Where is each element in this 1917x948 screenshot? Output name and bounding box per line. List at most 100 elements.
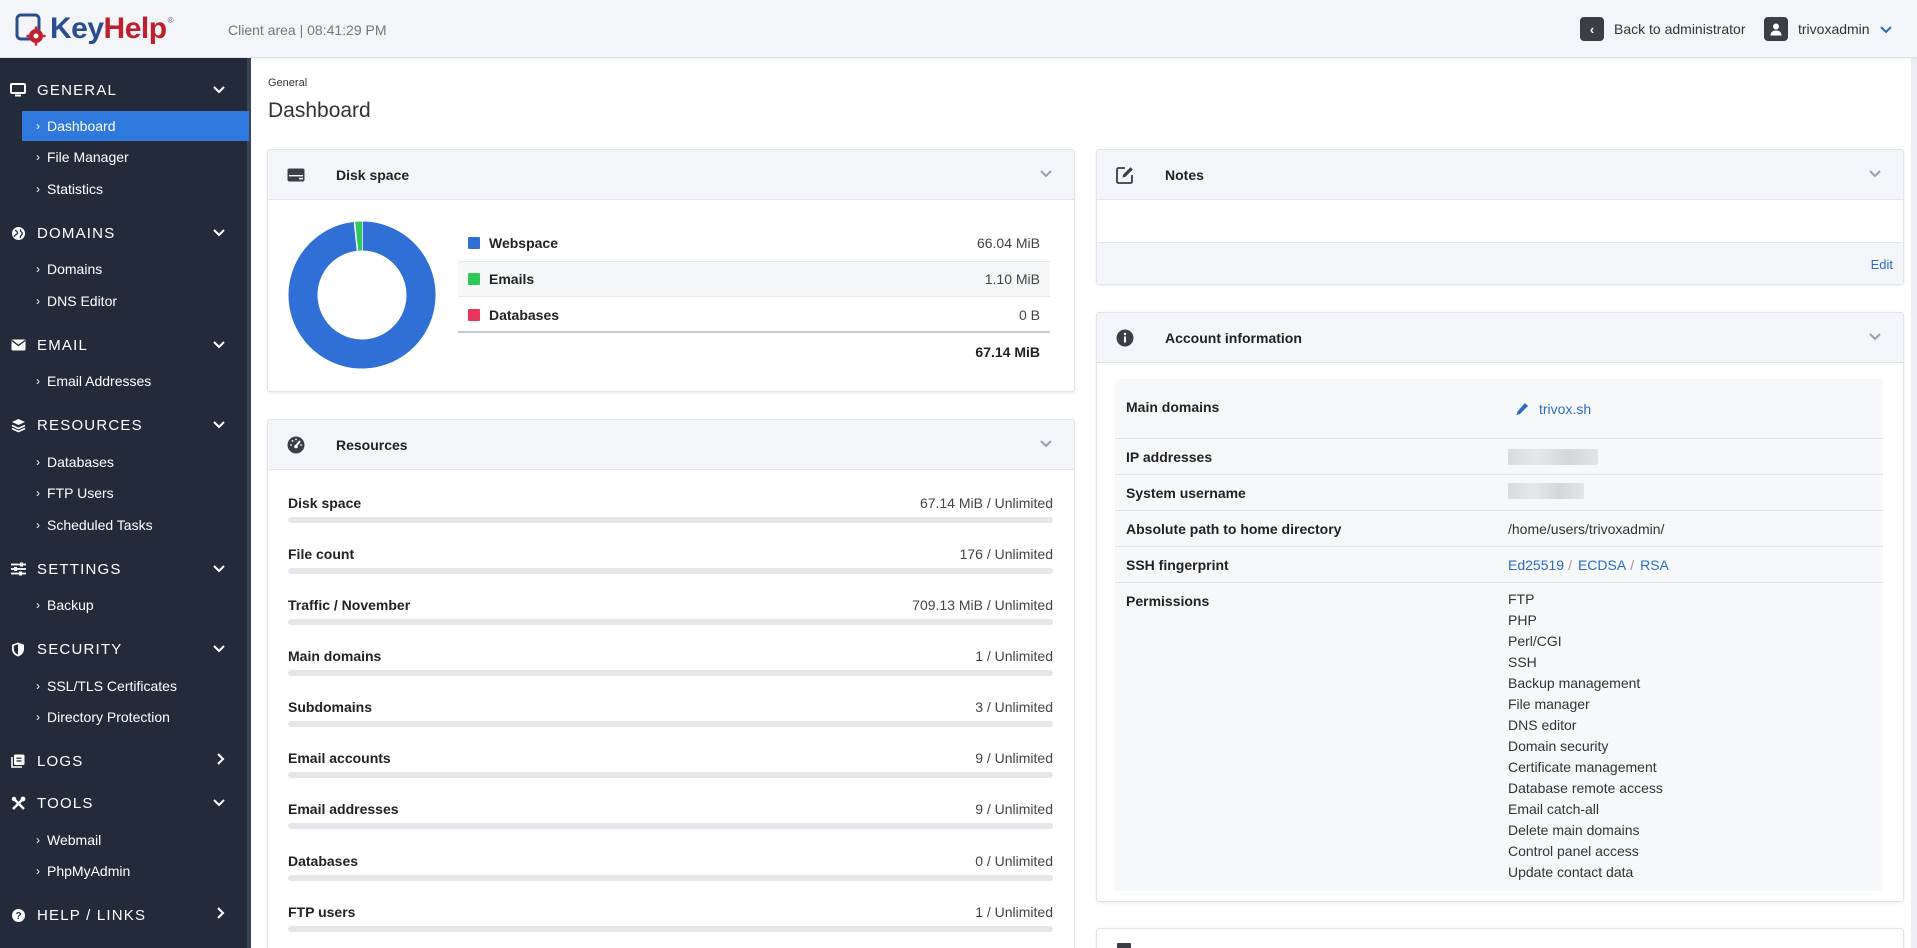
permission-item: Delete main domains: [1508, 822, 1640, 838]
page-scrollbar[interactable]: [1911, 58, 1917, 948]
home-path-value: /home/users/trivoxadmin/: [1508, 521, 1665, 537]
hdd-icon: [286, 166, 306, 184]
sidebar-item-statistics[interactable]: › Statistics: [22, 174, 249, 204]
resource-progress-bar: [288, 619, 1053, 625]
log-icon: [9, 752, 27, 770]
sidebar-item-phpmyadmin[interactable]: › PhpMyAdmin: [22, 856, 249, 886]
main-domain-link[interactable]: trivox.sh: [1515, 401, 1591, 417]
logo-help: Help: [103, 12, 168, 45]
sidebar-item-ssl-tls-certificates[interactable]: › SSL/TLS Certificates: [22, 671, 249, 701]
resource-row-ftp-users: FTP users 1 / Unlimited: [288, 904, 1053, 948]
section-label: LOGS: [37, 752, 84, 770]
resources-card-header[interactable]: Resources: [268, 420, 1074, 470]
resource-progress-bar: [288, 568, 1053, 574]
account-row-system-username: System username: [1115, 475, 1883, 511]
account-key: System username: [1126, 485, 1246, 501]
sidebar-item-label: Webmail: [47, 832, 102, 848]
notes-footer: [1097, 242, 1903, 284]
notes-card-header[interactable]: Notes: [1097, 150, 1903, 200]
sidebar-item-webmail[interactable]: › Webmail: [22, 825, 249, 855]
resource-label: Subdomains: [288, 699, 373, 715]
sidebar-item-backup[interactable]: › Backup: [22, 590, 249, 620]
back-to-admin-button[interactable]: ‹ Back to administrator: [1580, 17, 1746, 41]
resource-row-email-addresses: Email addresses 9 / Unlimited: [288, 801, 1053, 852]
chevron-down-icon[interactable]: [1869, 328, 1881, 344]
resource-value: 9 / Unlimited: [975, 801, 1053, 817]
chevron-down-icon[interactable]: [1040, 165, 1052, 181]
resource-label: Main domains: [288, 648, 382, 664]
chevron-right-icon: ›: [36, 262, 40, 276]
permission-item: Database remote access: [1508, 780, 1663, 796]
chevron-right-icon: ›: [36, 455, 40, 469]
logo-key: Key: [50, 12, 104, 45]
sidebar-section-general[interactable]: GENERAL: [0, 75, 247, 105]
breadcrumb[interactable]: General: [268, 77, 307, 89]
ssh-rsa-link[interactable]: RSA: [1640, 557, 1669, 573]
section-label: SECURITY: [37, 640, 123, 658]
resource-progress-bar: [288, 926, 1053, 932]
chevron-down-icon[interactable]: [1869, 165, 1881, 181]
sidebar-item-label: Backup: [47, 597, 94, 613]
resource-progress-bar: [288, 517, 1053, 523]
resource-value: 67.14 MiB / Unlimited: [919, 495, 1053, 511]
back-to-admin-label: Back to administrator: [1614, 21, 1746, 37]
page-title: Dashboard: [268, 99, 371, 122]
sidebar-section-tools[interactable]: TOOLS: [0, 788, 247, 818]
sidebar-section-resources[interactable]: RESOURCES: [0, 410, 247, 440]
ssh-ed25519-link[interactable]: Ed25519: [1508, 557, 1564, 573]
disk-total-value: 67.14 MiB: [975, 344, 1040, 360]
section-label: HELP / LINKS: [37, 906, 147, 924]
legend-value: 1.10 MiB: [984, 271, 1040, 287]
sidebar-section-settings[interactable]: SETTINGS: [0, 554, 247, 584]
logo-text: KeyHelp: [50, 12, 167, 46]
sidebar-item-ftp-users[interactable]: › FTP Users: [22, 478, 249, 508]
card-header-icon: [1117, 943, 1131, 948]
permission-item: File manager: [1508, 696, 1590, 712]
sidebar-section-security[interactable]: SECURITY: [0, 634, 247, 664]
card-title: Account information: [1165, 329, 1302, 346]
chevron-down-icon[interactable]: [1040, 435, 1052, 451]
sidebar-item-scheduled-tasks[interactable]: › Scheduled Tasks: [22, 510, 249, 540]
resource-label: Email accounts: [288, 750, 391, 766]
sidebar-section-domains[interactable]: DOMAINS: [0, 218, 247, 248]
disk-space-card-header[interactable]: Disk space: [268, 150, 1074, 200]
sidebar-item-dns-editor[interactable]: › DNS Editor: [22, 286, 249, 316]
sidebar-item-label: Statistics: [47, 181, 104, 197]
account-key: Absolute path to home directory: [1126, 521, 1342, 537]
chevron-down-icon: [1879, 22, 1892, 37]
keyhelp-logo[interactable]: KeyHelp ®: [14, 11, 173, 47]
notes-edit-link[interactable]: Edit: [1871, 257, 1893, 272]
sidebar-section-email[interactable]: EMAIL: [0, 330, 247, 360]
sidebar-item-domains[interactable]: › Domains: [22, 254, 249, 284]
section-label: TOOLS: [37, 794, 94, 812]
sidebar-item-file-manager[interactable]: › File Manager: [22, 142, 249, 172]
account-key: Main domains: [1126, 399, 1220, 415]
legend-value: 0 B: [1018, 307, 1040, 323]
resource-progress-bar: [288, 772, 1053, 778]
account-row-ip-addresses: IP addresses: [1115, 439, 1883, 475]
user-menu[interactable]: trivoxadmin: [1764, 17, 1892, 41]
chevron-right-icon: ›: [36, 486, 40, 500]
ssh-ecdsa-link[interactable]: ECDSA: [1578, 557, 1626, 573]
sidebar-item-dashboard[interactable]: › Dashboard: [22, 111, 249, 141]
next-card-partial: [1096, 928, 1904, 948]
sidebar-section-help-links[interactable]: ? HELP / LINKS: [0, 900, 247, 930]
card-title: Disk space: [336, 166, 410, 183]
sidebar-item-email-addresses[interactable]: › Email Addresses: [22, 366, 249, 396]
legend-swatch-emails: [468, 273, 480, 285]
card-title: Resources: [336, 436, 408, 453]
resource-label: Email addresses: [288, 801, 399, 817]
resource-label: Databases: [288, 853, 359, 869]
section-label: DOMAINS: [37, 224, 116, 242]
info-icon: [1115, 329, 1135, 347]
sidebar-section-logs[interactable]: LOGS: [0, 746, 247, 776]
chevron-right-icon: ›: [36, 119, 40, 133]
permission-item: FTP: [1508, 591, 1535, 607]
user-icon: [1764, 17, 1788, 41]
permission-item: Backup management: [1508, 675, 1641, 691]
resources-card: Resources Disk space 67.14 MiB / Unlimit…: [267, 419, 1075, 948]
sidebar-item-directory-protection[interactable]: › Directory Protection: [22, 702, 249, 732]
sidebar-item-databases[interactable]: › Databases: [22, 447, 249, 477]
account-information-card-header[interactable]: Account information: [1097, 313, 1903, 363]
chevron-down-icon: [213, 336, 225, 352]
